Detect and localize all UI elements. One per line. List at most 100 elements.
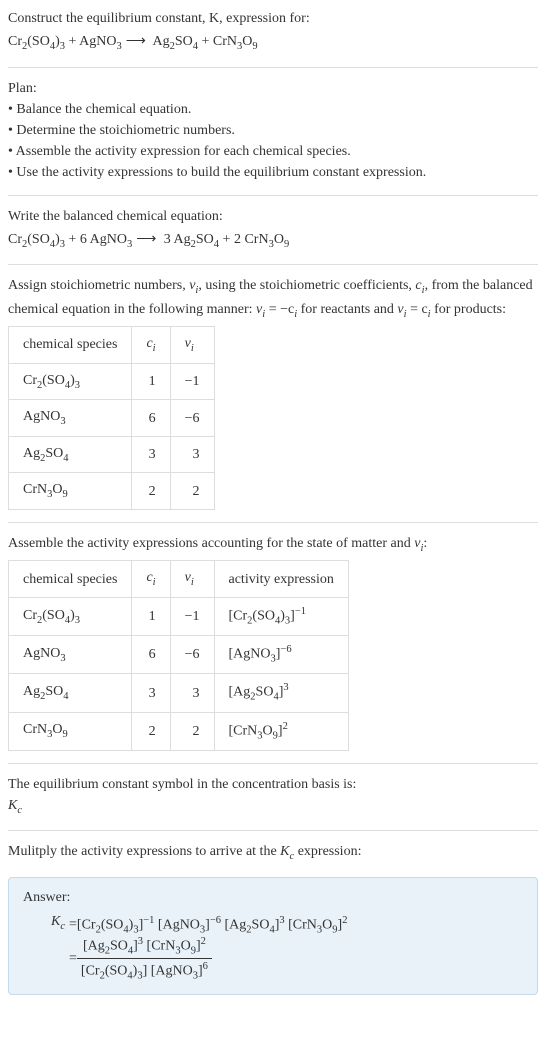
- table-row: AgNO3 6 −6 [AgNO3]−6: [9, 636, 349, 674]
- species-cell: CrN3O9: [9, 473, 132, 510]
- coef: 2: [234, 232, 241, 247]
- intro-section: Construct the equilibrium constant, K, e…: [8, 8, 538, 55]
- activity-table: chemical species ci νi activity expressi…: [8, 560, 349, 750]
- intro-line1: Construct the equilibrium constant, K, e…: [8, 8, 538, 29]
- plan-header: Plan:: [8, 78, 538, 99]
- exp: 6: [203, 961, 208, 972]
- table-header-row: chemical species ci νi activity expressi…: [9, 561, 349, 598]
- plan-item: • Balance the chemical equation.: [8, 99, 538, 120]
- v-cell: 3: [170, 674, 214, 712]
- divider: [8, 830, 538, 831]
- table-row: CrN3O9 2 2: [9, 473, 215, 510]
- exp: −1: [143, 915, 154, 926]
- species-cell: Cr2(SO4)3: [9, 363, 132, 400]
- c-cell: 6: [132, 636, 170, 674]
- divider: [8, 264, 538, 265]
- eq: = c: [407, 302, 428, 317]
- balanced-header: Write the balanced chemical equation:: [8, 206, 538, 227]
- eq: =: [69, 951, 77, 967]
- sub: i: [153, 343, 156, 354]
- sub: i: [153, 577, 156, 588]
- v-cell: 2: [170, 712, 214, 750]
- exp: −6: [280, 644, 291, 655]
- k: K: [280, 844, 289, 859]
- kc-lhs: Kc: [51, 914, 65, 932]
- divider: [8, 195, 538, 196]
- kc-symbol: Kc: [8, 795, 538, 819]
- plan-section: Plan: • Balance the chemical equation. •…: [8, 78, 538, 183]
- kc-line1: = [Cr2(SO4)3]−1 [AgNO3]−6 [Ag2SO4]3 [CrN…: [69, 914, 347, 936]
- exp: 3: [138, 936, 143, 947]
- table-row: AgNO3 6 −6: [9, 400, 215, 437]
- assemble-text: Assemble the activity expressions accoun…: [8, 536, 414, 551]
- c-cell: 3: [132, 674, 170, 712]
- sub: i: [191, 577, 194, 588]
- fraction: [Ag2SO4]3 [CrN3O9]2 [Cr2(SO4)3] [AgNO3]6: [77, 936, 212, 982]
- exp: −1: [295, 606, 306, 617]
- table-row: Cr2(SO4)3 1 −1 [Cr2(SO4)3]−1: [9, 598, 349, 636]
- species-cell: AgNO3: [9, 400, 132, 437]
- table-header: ci: [132, 327, 170, 364]
- kc-expression: Kc = [Cr2(SO4)3]−1 [AgNO3]−6 [Ag2SO4]3 […: [23, 914, 523, 982]
- multiply-text: Mulitply the activity expressions to arr…: [8, 844, 280, 859]
- species-cell: CrN3O9: [9, 712, 132, 750]
- stoich-text: Assign stoichiometric numbers,: [8, 278, 189, 293]
- coef: 3: [164, 232, 171, 247]
- balanced-section: Write the balanced chemical equation: Cr…: [8, 206, 538, 253]
- stoich-text: , using the stoichiometric coefficients,: [198, 278, 415, 293]
- exp: −6: [210, 915, 221, 926]
- activity-cell: [AgNO3]−6: [214, 636, 348, 674]
- numerator: [Ag2SO4]3 [CrN3O9]2: [77, 936, 212, 959]
- table-row: Ag2SO4 3 3 [Ag2SO4]3: [9, 674, 349, 712]
- denominator: [Cr2(SO4)3] [AgNO3]6: [77, 959, 212, 981]
- species-cell: Ag2SO4: [9, 674, 132, 712]
- answer-box: Answer: Kc = [Cr2(SO4)3]−1 [AgNO3]−6 [Ag…: [8, 877, 538, 995]
- v-cell: 2: [170, 473, 214, 510]
- exp: 3: [279, 915, 284, 926]
- kc-line2: = [Ag2SO4]3 [CrN3O9]2 [Cr2(SO4)3] [AgNO3…: [69, 936, 212, 982]
- stoich-section: Assign stoichiometric numbers, νi , using…: [8, 275, 538, 510]
- v-cell: −6: [170, 400, 214, 437]
- c-cell: 3: [132, 436, 170, 473]
- table-header-row: chemical species ci νi: [9, 327, 215, 364]
- species-cell: Ag2SO4: [9, 436, 132, 473]
- k: K: [51, 914, 60, 929]
- activity-cell: [CrN3O9]2: [214, 712, 348, 750]
- table-header: νi: [170, 327, 214, 364]
- exp: 3: [283, 682, 288, 693]
- table-header: activity expression: [214, 561, 348, 598]
- divider: [8, 763, 538, 764]
- stoich-text: for reactants and: [297, 302, 397, 317]
- table-row: CrN3O9 2 2 [CrN3O9]2: [9, 712, 349, 750]
- exp: 2: [283, 721, 288, 732]
- plan-item: • Use the activity expressions to build …: [8, 162, 538, 183]
- c-cell: 1: [132, 598, 170, 636]
- multiply-text: expression:: [294, 844, 361, 859]
- symbol-text: The equilibrium constant symbol in the c…: [8, 774, 538, 795]
- table-header: νi: [170, 561, 214, 598]
- species-cell: Cr2(SO4)3: [9, 598, 132, 636]
- table-header: chemical species: [9, 327, 132, 364]
- v-cell: 3: [170, 436, 214, 473]
- plan-item: • Determine the stoichiometric numbers.: [8, 120, 538, 141]
- plan-item: • Assemble the activity expression for e…: [8, 141, 538, 162]
- assemble-section: Assemble the activity expressions accoun…: [8, 533, 538, 751]
- c-cell: 2: [132, 712, 170, 750]
- c-cell: 2: [132, 473, 170, 510]
- assemble-text: :: [423, 536, 427, 551]
- divider: [8, 67, 538, 68]
- intro-equation: Cr2(SO4)3 + AgNO3⟶ Ag2SO4 + CrN3O9: [8, 31, 538, 55]
- activity-cell: [Ag2SO4]3: [214, 674, 348, 712]
- v-cell: −1: [170, 363, 214, 400]
- intro-text: Construct the equilibrium constant, K, e…: [8, 11, 310, 26]
- c-cell: 6: [132, 400, 170, 437]
- c-cell: 1: [132, 363, 170, 400]
- ksub: c: [60, 921, 65, 932]
- balanced-equation: Cr2(SO4)3 + 6 AgNO3⟶ 3 Ag2SO4 + 2 CrN3O9: [8, 229, 538, 253]
- table-row: Ag2SO4 3 3: [9, 436, 215, 473]
- eq: = −c: [265, 302, 294, 317]
- ksub: c: [17, 805, 22, 816]
- divider: [8, 522, 538, 523]
- table-row: Cr2(SO4)3 1 −1: [9, 363, 215, 400]
- stoich-table: chemical species ci νi Cr2(SO4)3 1 −1 Ag…: [8, 326, 215, 510]
